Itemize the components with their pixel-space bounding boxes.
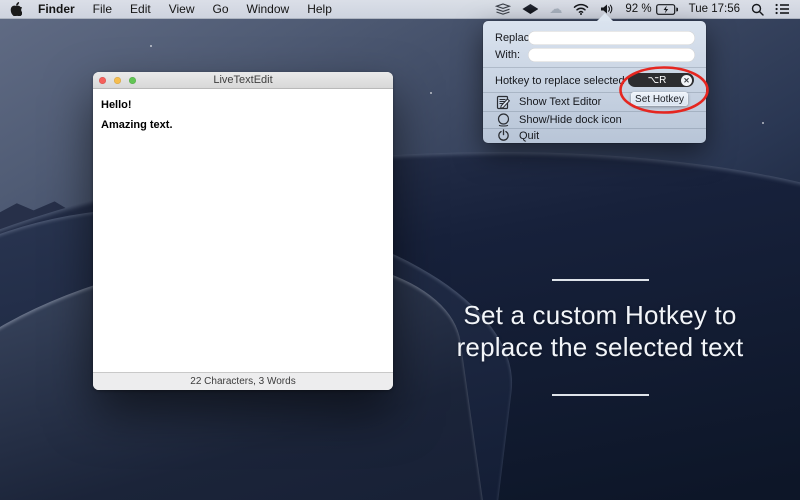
minimize-button[interactable] (114, 76, 121, 84)
separator (483, 67, 706, 68)
menu-item-view[interactable]: View (169, 2, 195, 16)
livetextedit-popover: Replace: With: Hotkey to replace selecte… (483, 13, 706, 143)
menu-item-window[interactable]: Window (247, 2, 290, 16)
apple-menu[interactable] (10, 2, 22, 16)
menu-item-label: Quit (519, 129, 540, 142)
window-status-bar: 22 Characters, 3 Words (93, 372, 393, 390)
hotkey-field[interactable]: ⌥R ✕ (628, 73, 694, 87)
text-editor-content[interactable]: Hello! Amazing text. (93, 89, 393, 351)
battery-charging-icon (655, 3, 678, 15)
desktop: Set a custom Hotkey to replace the selec… (0, 0, 800, 500)
menu-item-show-hide-dock-icon[interactable]: Show/Hide dock icon (483, 111, 706, 128)
menu-bar-clock[interactable]: Tue 17:56 (689, 3, 740, 15)
menu-item-label: Show Text Editor (519, 96, 602, 108)
search-icon[interactable] (751, 3, 764, 16)
window-title: LiveTextEdit (213, 74, 273, 86)
word-count-text: 22 Characters, 3 Words (190, 376, 296, 387)
clear-hotkey-button[interactable]: ✕ (681, 74, 692, 86)
caption: Set a custom Hotkey to replace the selec… (440, 279, 760, 396)
with-input[interactable] (528, 48, 695, 62)
livetextedit-menubar-icon[interactable] (522, 4, 539, 14)
menu-bar: Finder File Edit View Go Window Help ☁ 9… (0, 0, 800, 19)
notification-center-icon[interactable] (775, 3, 790, 15)
apple-icon (10, 2, 22, 16)
caption-divider-top (551, 279, 649, 281)
menu-bar-status: ☁ 92 % Tue 17:56 (495, 2, 790, 16)
with-label: With: (495, 49, 521, 61)
caption-divider-bottom (551, 394, 649, 396)
livetextedit-window: LiveTextEdit Hello! Amazing text. 22 Cha… (93, 72, 393, 390)
battery-percent: 92 % (625, 3, 652, 15)
menu-item-quit[interactable]: Quit (483, 128, 706, 143)
caption-line-1: Set a custom Hotkey to (463, 300, 737, 330)
popover-arrow (597, 13, 613, 21)
close-button[interactable] (99, 76, 106, 84)
power-icon (495, 129, 511, 142)
cloud-status-icon[interactable]: ☁ (549, 2, 562, 15)
menu-item-edit[interactable]: Edit (130, 2, 151, 16)
menu-bar-left: Finder File Edit View Go Window Help (10, 2, 332, 16)
hotkey-label: Hotkey to replace selected text (495, 75, 646, 87)
battery-status[interactable]: 92 % (625, 3, 678, 15)
menu-item-go[interactable]: Go (213, 2, 229, 16)
replace-input[interactable] (528, 31, 695, 45)
menu-item-finder[interactable]: Finder (38, 2, 75, 16)
caption-text: Set a custom Hotkey to replace the selec… (440, 299, 760, 363)
wifi-icon[interactable] (573, 3, 589, 15)
layers-status-icon[interactable] (495, 3, 512, 15)
set-hotkey-button[interactable]: Set Hotkey (631, 92, 688, 106)
window-titlebar[interactable]: LiveTextEdit (93, 72, 393, 89)
menu-item-label: Show/Hide dock icon (519, 113, 622, 126)
document-line: Hello! (101, 99, 132, 111)
menu-item-file[interactable]: File (93, 2, 112, 16)
zoom-button[interactable] (129, 76, 136, 84)
text-editor-icon (495, 95, 511, 110)
dock-circle-icon (495, 112, 511, 127)
hotkey-value: ⌥R (647, 74, 667, 86)
document-line: Amazing text. (101, 119, 173, 131)
caption-line-2: replace the selected text (456, 332, 744, 362)
menu-item-help[interactable]: Help (307, 2, 332, 16)
